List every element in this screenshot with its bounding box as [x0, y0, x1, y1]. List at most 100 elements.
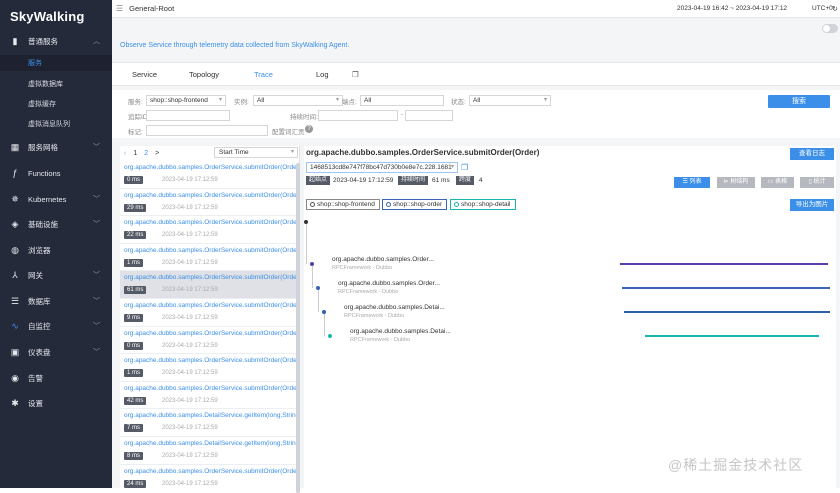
trace-row-duration: 0 ms — [124, 176, 144, 184]
sidebar-item-dashboard[interactable]: ▣ 仪表盘 ﹀ — [0, 343, 112, 361]
chevron-down-icon: ﹀ — [93, 144, 100, 151]
database-icon: ☰ — [10, 295, 20, 306]
sidebar-subitem-virtual-database[interactable]: 虚拟数据库 — [0, 76, 112, 92]
span-name[interactable]: org.apache.dubbo.samples.Detai... — [350, 328, 451, 335]
span-node[interactable] — [328, 334, 332, 338]
service-tag-detail[interactable]: shop::shop-detail — [450, 199, 516, 210]
span-name[interactable]: org.apache.dubbo.samples.Order... — [338, 280, 440, 287]
tags-input[interactable] — [146, 125, 268, 136]
trace-id-input[interactable] — [146, 110, 230, 121]
trace-row[interactable]: org.apache.dubbo.samples.OrderService.su… — [120, 354, 299, 382]
sort-value: Start Time — [219, 149, 249, 156]
min-duration-input[interactable] — [318, 110, 398, 121]
tab-log[interactable]: Log — [316, 70, 329, 79]
trace-id-select[interactable]: 1468513cd8e747f78bc47d730b0e8e7c.228.168… — [306, 162, 458, 173]
sidebar-item-self-monitor[interactable]: ∿ 自监控 ﹀ — [0, 317, 112, 335]
page-2[interactable]: 2 — [144, 150, 148, 157]
sidebar-item-label: Functions — [28, 168, 61, 178]
time-range[interactable]: 2023-04-19 16:42 ~ 2023-04-19 17:12 — [677, 5, 787, 12]
view-logs-button[interactable]: 查看日志 — [790, 148, 834, 160]
table-view-button[interactable]: ▭ 表格 — [761, 177, 794, 188]
trace-row-time: 2023-04-19 17:12:59 — [162, 204, 218, 211]
span-name[interactable]: org.apache.dubbo.samples.Detai... — [344, 304, 445, 311]
service-tag-label: shop::shop-frontend — [317, 201, 375, 208]
chevron-down-icon: ﹀ — [93, 221, 100, 228]
tab-topology[interactable]: Topology — [189, 70, 219, 79]
trace-row[interactable]: org.apache.dubbo.samples.OrderService.su… — [120, 244, 299, 272]
sidebar-item-database[interactable]: ☰ 数据库 ﹀ — [0, 292, 112, 310]
sidebar-item-browser[interactable]: ◍ 浏览器 — [0, 241, 112, 259]
trace-row[interactable]: org.apache.dubbo.samples.OrderService.su… — [120, 271, 299, 299]
trace-row-duration: 1 ms — [124, 258, 144, 267]
status-select[interactable]: All ▾ — [469, 95, 551, 106]
trace-row-duration: 0 ms — [124, 341, 144, 350]
page-next[interactable]: > — [155, 150, 159, 157]
sidebar-item-label: 网关 — [28, 270, 43, 280]
span-duration-bar[interactable] — [620, 263, 828, 265]
sidebar-item-service-mesh[interactable]: ▦ 服务网格 ﹀ — [0, 138, 112, 156]
trace-row-endpoint: org.apache.dubbo.samples.OrderService.su… — [124, 246, 296, 254]
trace-row[interactable]: org.apache.dubbo.samples.OrderService.su… — [120, 299, 299, 327]
span-duration-bar[interactable] — [622, 287, 830, 289]
refresh-icon[interactable]: ↻ — [832, 5, 838, 13]
tab-service[interactable]: Service — [132, 70, 157, 79]
service-select[interactable]: shop::shop-frontend ▾ — [146, 95, 226, 106]
chevron-up-icon: ︿ — [93, 38, 100, 45]
copy-icon[interactable]: ❐ — [352, 70, 359, 79]
span-duration-bar[interactable] — [624, 311, 830, 313]
export-image-button[interactable]: 导出为图片 — [790, 199, 834, 211]
sidebar-item-alarm[interactable]: ◉ 告警 — [0, 369, 112, 387]
trace-row-duration: 29 ms — [124, 203, 147, 212]
span-component: RPCFramework - Dubbo — [344, 313, 405, 319]
page-prev-icon[interactable]: ‹ — [124, 150, 126, 157]
span-label: 跨度 — [456, 176, 475, 185]
trace-row[interactable]: org.apache.dubbo.samples.OrderService.su… — [120, 465, 299, 488]
sort-select[interactable]: Start Time ▾ — [214, 147, 298, 158]
tree-view-button[interactable]: ⊳ 树结构 — [717, 177, 755, 188]
service-tag-frontend[interactable]: shop::shop-frontend — [306, 199, 380, 210]
endpoint-label: 端点: — [342, 99, 357, 106]
endpoint-select[interactable]: All — [360, 95, 444, 106]
sidebar-subitem-service[interactable]: 服务 — [0, 55, 112, 71]
app-logo[interactable]: SkyWalking — [0, 0, 112, 32]
start-label: 起始点 — [306, 176, 331, 185]
sidebar-item-normal-services[interactable]: ▮ 普通服务 ︿ — [0, 32, 112, 50]
sidebar-item-settings[interactable]: ✱ 设置 — [0, 394, 112, 412]
trace-row-time: 2023-04-19 17:12:59 — [162, 370, 218, 377]
trace-row[interactable]: org.apache.dubbo.samples.OrderService.su… — [120, 161, 299, 189]
trace-row[interactable]: org.apache.dubbo.samples.OrderService.su… — [120, 189, 299, 217]
description-tip: Observe Service through telemetry data c… — [120, 42, 350, 49]
span-duration-bar[interactable] — [645, 335, 820, 337]
trace-row[interactable]: org.apache.dubbo.samples.OrderService.su… — [120, 327, 299, 355]
sidebar-subitem-virtual-cache[interactable]: 虚拟缓存 — [0, 96, 112, 112]
span-name[interactable]: org.apache.dubbo.samples.Order... — [332, 256, 434, 263]
sidebar-item-gateway[interactable]: ⅄ 网关 ﹀ — [0, 266, 112, 284]
trace-row[interactable]: org.apache.dubbo.samples.OrderService.su… — [120, 382, 299, 410]
trace-row[interactable]: org.apache.dubbo.samples.DetailService.g… — [120, 437, 299, 465]
menu-toggle-icon[interactable]: ☰ — [116, 4, 123, 13]
list-view-button[interactable]: ☰ 列表 — [674, 177, 710, 188]
trace-row-duration: 61 ms — [124, 286, 147, 295]
toggle-switch[interactable] — [822, 24, 838, 33]
trace-row[interactable]: org.apache.dubbo.samples.DetailService.g… — [120, 409, 299, 437]
circle-icon — [386, 202, 391, 207]
service-tag-order[interactable]: shop::shop-order — [382, 199, 448, 210]
sidebar-item-kubernetes[interactable]: ✵ Kubernetes ﹀ — [0, 190, 112, 208]
max-duration-input[interactable] — [405, 110, 453, 121]
sidebar-item-label: 数据库 — [28, 296, 51, 306]
page-1[interactable]: 1 — [133, 150, 137, 157]
sidebar-item-infrastructure[interactable]: ◈ 基础设施 ﹀ — [0, 215, 112, 233]
sidebar-item-functions[interactable]: ƒ Functions — [0, 164, 112, 182]
search-button[interactable]: 搜索 — [768, 95, 830, 108]
sidebar-subitem-virtual-mq[interactable]: 虚拟消息队列 — [0, 116, 112, 132]
help-icon[interactable]: ? — [305, 125, 313, 133]
trace-list-scrollbar[interactable] — [296, 163, 300, 493]
copy-icon[interactable]: ❐ — [461, 163, 468, 172]
instance-select[interactable]: All ▾ — [253, 95, 343, 106]
statistics-view-button[interactable]: ▯ 统计 — [800, 177, 834, 188]
tab-trace[interactable]: Trace — [254, 70, 273, 79]
breadcrumb[interactable]: General-Root — [129, 4, 174, 13]
trace-list: ‹ 1 2 > Start Time ▾ org.apache.dubbo.sam… — [120, 146, 300, 488]
chart-bar-icon: ▮ — [12, 35, 18, 46]
trace-row[interactable]: org.apache.dubbo.samples.OrderService.su… — [120, 216, 299, 244]
